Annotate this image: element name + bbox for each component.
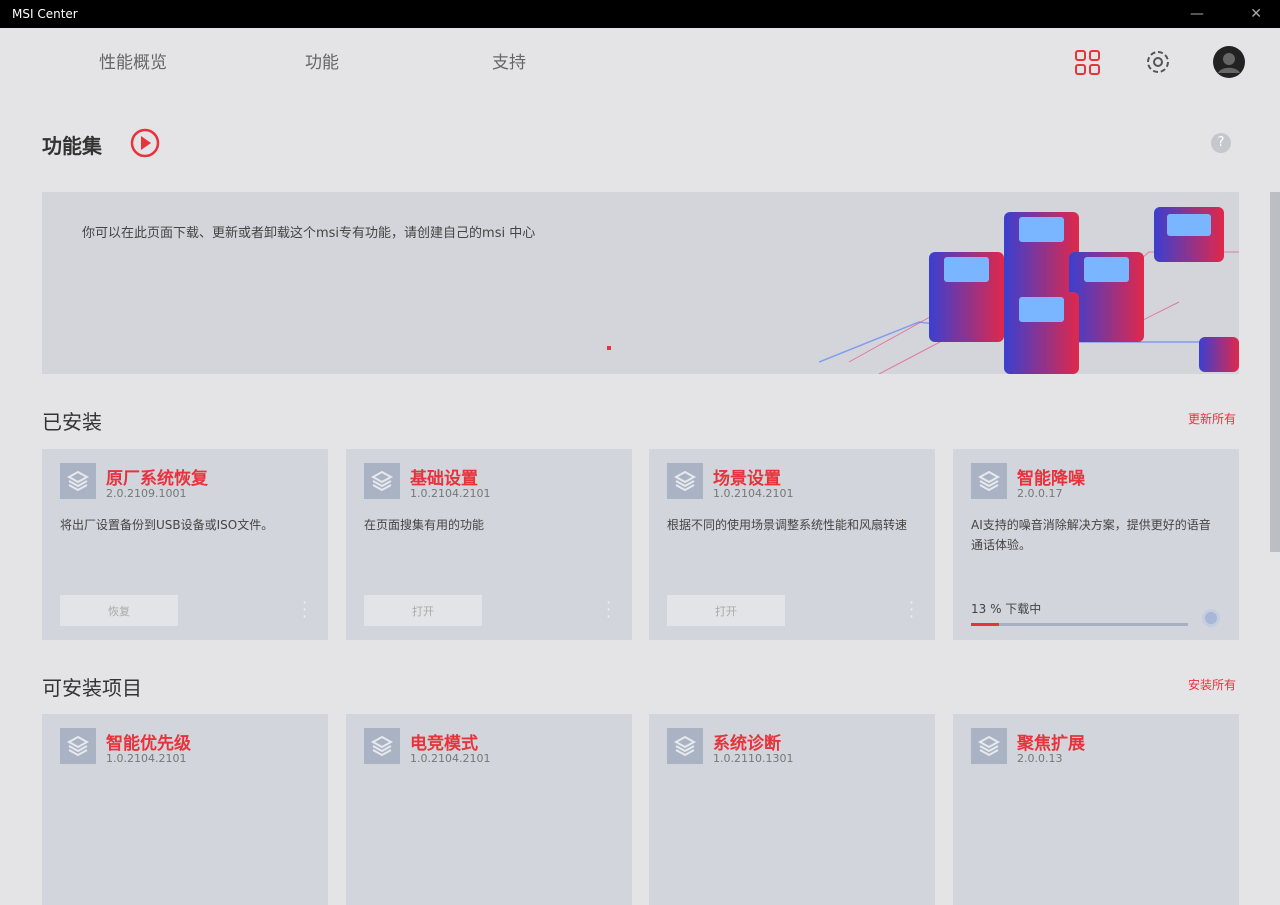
- available-title: 可安装项目: [42, 676, 142, 700]
- feature-card: 场景设置 1.0.2104.2101 根据不同的使用场景调整系统性能和风扇转速 …: [649, 449, 935, 640]
- card-version: 2.0.0.13: [1017, 752, 1063, 765]
- card-description: 在页面搜集有用的功能: [364, 518, 485, 532]
- card-version: 1.0.2104.2101: [410, 752, 491, 765]
- red-dot: [607, 346, 611, 350]
- open-button[interactable]: 打开: [364, 595, 482, 626]
- card-name: 系统诊断: [713, 734, 781, 754]
- available-card[interactable]: 电竞模式 1.0.2104.2101: [346, 714, 632, 905]
- card-name: 聚焦扩展: [1017, 734, 1085, 754]
- card-version: 2.0.2109.1001: [106, 487, 187, 500]
- tab-features[interactable]: 功能: [305, 48, 339, 73]
- more-icon[interactable]: · · ·: [302, 595, 307, 625]
- update-all-link[interactable]: 更新所有: [1188, 410, 1236, 427]
- available-card[interactable]: 智能优先级 1.0.2104.2101: [42, 714, 328, 905]
- scrollbar[interactable]: [1270, 192, 1280, 552]
- layers-icon: [60, 463, 96, 499]
- app-title: MSI Center: [12, 7, 78, 21]
- download-progress-label: 13 % 下载中: [971, 602, 1042, 616]
- tab-support[interactable]: 支持: [492, 48, 526, 73]
- card-description: 根据不同的使用场景调整系统性能和风扇转速: [667, 518, 908, 532]
- layers-icon: [364, 463, 400, 499]
- progress-fill: [971, 623, 1000, 626]
- page-title: 功能集: [42, 134, 102, 158]
- feature-card: 基础设置 1.0.2104.2101 在页面搜集有用的功能 打开 · · ·: [346, 449, 632, 640]
- card-name: 原厂系统恢复: [106, 469, 208, 489]
- available-card[interactable]: 聚焦扩展 2.0.0.13: [953, 714, 1239, 905]
- feature-card: 原厂系统恢复 2.0.2109.1001 将出厂设置备份到USB设备或ISO文件…: [42, 449, 328, 640]
- installed-title: 已安装: [42, 410, 102, 434]
- grid-icon[interactable]: [1074, 49, 1102, 81]
- minimize-button[interactable]: —: [1190, 6, 1204, 22]
- card-version: 1.0.2110.1301: [713, 752, 794, 765]
- banner: 你可以在此页面下载、更新或者卸载这个msi专有功能，请创建自己的msi 中心: [42, 192, 1239, 374]
- layers-icon: [60, 728, 96, 764]
- banner-text: 你可以在此页面下载、更新或者卸载这个msi专有功能，请创建自己的msi 中心: [82, 226, 536, 241]
- install-all-link[interactable]: 安装所有: [1188, 676, 1236, 693]
- title-bar: MSI Center: [0, 0, 1280, 28]
- card-name: 电竞模式: [410, 734, 478, 754]
- card-description: AI支持的噪音消除解决方案，提供更好的语音通话体验。: [971, 518, 1211, 552]
- play-icon[interactable]: [130, 128, 160, 162]
- card-name: 智能优先级: [106, 734, 191, 754]
- available-card[interactable]: 系统诊断 1.0.2110.1301: [649, 714, 935, 905]
- servers-illustration: [819, 207, 1239, 374]
- open-button[interactable]: 打开: [667, 595, 785, 626]
- close-button[interactable]: ✕: [1250, 6, 1262, 22]
- restore-button[interactable]: 恢复: [60, 595, 178, 626]
- card-version: 1.0.2104.2101: [410, 487, 491, 500]
- card-version: 1.0.2104.2101: [713, 487, 794, 500]
- download-progress-bar: [971, 623, 1188, 626]
- feature-card: 智能降噪 2.0.0.17 AI支持的噪音消除解决方案，提供更好的语音通话体验。…: [953, 449, 1239, 640]
- cancel-download-icon[interactable]: [1202, 609, 1220, 627]
- layers-icon: [971, 463, 1007, 499]
- layers-icon: [667, 463, 703, 499]
- layers-icon: [364, 728, 400, 764]
- card-version: 1.0.2104.2101: [106, 752, 187, 765]
- tab-performance[interactable]: 性能概览: [99, 48, 167, 73]
- layers-icon: [971, 728, 1007, 764]
- card-description: 将出厂设置备份到USB设备或ISO文件。: [60, 518, 274, 532]
- more-icon[interactable]: · · ·: [909, 595, 914, 625]
- card-name: 智能降噪: [1017, 469, 1085, 489]
- card-name: 场景设置: [713, 469, 781, 489]
- gear-icon[interactable]: [1143, 47, 1173, 81]
- more-icon[interactable]: · · ·: [606, 595, 611, 625]
- layers-icon: [667, 728, 703, 764]
- avatar[interactable]: [1213, 46, 1245, 82]
- card-version: 2.0.0.17: [1017, 487, 1063, 500]
- card-name: 基础设置: [410, 469, 478, 489]
- help-icon[interactable]: ?: [1211, 133, 1231, 153]
